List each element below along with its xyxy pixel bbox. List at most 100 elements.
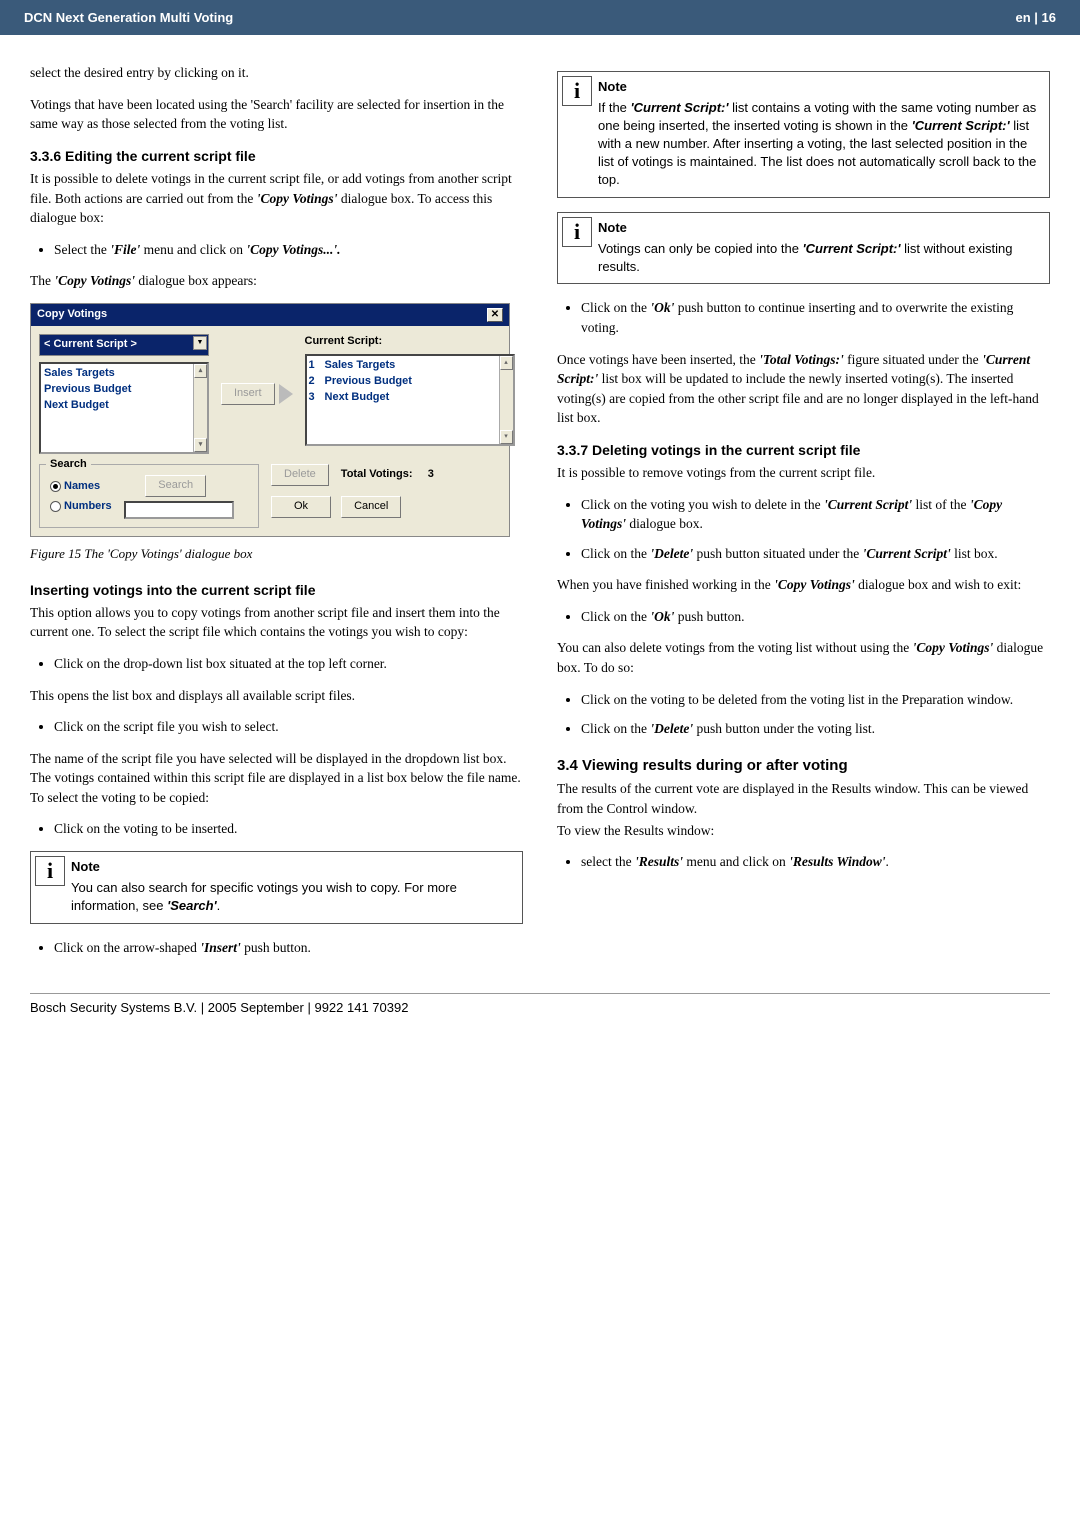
dialog-title: Copy Votings [37,307,107,323]
page-body: select the desired entry by clicking on … [0,35,1080,979]
note-body: Note If the 'Current Script:' list conta… [596,72,1049,197]
list-item[interactable]: Previous Budget [44,382,204,398]
list-item: Click on the 'Delete' push button situat… [581,544,1050,564]
script-selector[interactable]: < Current Script > ▼ [39,334,209,356]
delete-button[interactable]: Delete [271,464,329,486]
list-item[interactable]: 2 [309,374,321,390]
heading-inserting: Inserting votings into the current scrip… [30,580,523,600]
bullets-dropdown: Click on the drop-down list box situated… [30,654,523,674]
note-title: Note [598,78,1039,96]
copy-votings-dialog: Copy Votings ✕ < Current Script > ▼ Sale… [30,303,510,537]
radio-numbers[interactable]: Numbers [50,499,112,515]
list-item: Click on the 'Delete' push button under … [581,719,1050,739]
list-item[interactable]: 1 [309,358,321,374]
search-fieldset: Search Names Numbers Search [39,464,259,528]
arrow-down-icon[interactable]: ▾ [194,438,207,452]
note-body: Note Votings can only be copied into the… [596,213,1049,284]
insert-button[interactable]: Insert [221,383,293,405]
current-script-listbox[interactable]: 1 2 3 Sales Targets Previous Budget Next… [305,354,515,446]
list-item: Click on the arrow-shaped 'Insert' push … [54,938,523,958]
number-column: 1 2 3 [307,356,323,444]
bullets-also-delete: Click on the voting to be deleted from t… [557,690,1050,739]
total-votings-value: 3 [428,468,434,480]
info-icon: i [562,217,592,247]
bullets-336: Select the 'File' menu and click on 'Cop… [30,240,523,260]
p-336: It is possible to delete votings in the … [30,169,523,228]
list-item[interactable]: Next Budget [325,390,511,406]
bullets-arrow-insert: Click on the arrow-shaped 'Insert' push … [30,938,523,958]
heading-337: 3.3.7 Deleting votings in the current sc… [557,440,1050,460]
header-bar: DCN Next Generation Multi Voting en | 16 [0,0,1080,35]
total-votings-label: Total Votings: 3 [341,467,434,483]
note-box-current-script: i Note If the 'Current Script:' list con… [557,71,1050,198]
bullets-click-file: Click on the script file you wish to sel… [30,717,523,737]
current-script-label: Current Script: [305,334,515,350]
p-once-inserted: Once votings have been inserted, the 'To… [557,350,1050,428]
right-column: i Note If the 'Current Script:' list con… [557,63,1050,969]
list-item[interactable]: Previous Budget [325,374,511,390]
footer: Bosch Security Systems B.V. | 2005 Septe… [30,993,1050,1015]
left-panel: < Current Script > ▼ Sales Targets Previ… [39,334,209,454]
header-left: DCN Next Generation Multi Voting [24,10,233,25]
arrow-right-icon [279,384,293,404]
cancel-button[interactable]: Cancel [341,496,401,518]
list-item[interactable]: Next Budget [44,398,204,414]
arrow-down-icon[interactable]: ▾ [500,430,513,444]
ok-cancel-row: Ok Cancel [271,496,501,518]
search-legend: Search [46,457,91,473]
note-title: Note [71,858,512,876]
radio-names[interactable]: Names [50,479,112,495]
right-bottom: Delete Total Votings: 3 Ok Cancel [271,464,501,518]
bullets-finish-ok: Click on the 'Ok' push button. [557,607,1050,627]
note-box-copy-restriction: i Note Votings can only be copied into t… [557,212,1050,285]
search-para: Votings that have been located using the… [30,95,523,134]
p-insert: This option allows you to copy votings f… [30,603,523,642]
list-item: select the 'Results' menu and click on '… [581,852,1050,872]
bullets-click-voting: Click on the voting to be inserted. [30,819,523,839]
note-body: Note You can also search for specific vo… [69,852,522,923]
list-item: Select the 'File' menu and click on 'Cop… [54,240,523,260]
ok-button[interactable]: Ok [271,496,331,518]
list-item: Click on the 'Ok' push button to continu… [581,298,1050,337]
bullets-ok-continue: Click on the 'Ok' push button to continu… [557,298,1050,337]
list-item: Click on the script file you wish to sel… [54,717,523,737]
list-item[interactable]: Sales Targets [44,366,204,382]
p-34: The results of the current vote are disp… [557,779,1050,818]
heading-336: 3.3.6 Editing the current script file [30,146,523,166]
dialog-row-bottom: Search Names Numbers Search [39,464,501,528]
left-column: select the desired entry by clicking on … [30,63,523,969]
list-item[interactable]: 3 [309,390,321,406]
arrow-up-icon[interactable]: ▴ [194,364,207,378]
list-item: Click on the voting to be inserted. [54,819,523,839]
bullets-337: Click on the voting you wish to delete i… [557,495,1050,564]
info-icon: i [35,856,65,886]
scrollbar[interactable]: ▴ ▾ [499,356,513,444]
header-right: en | 16 [1016,10,1057,25]
insert-arrow-column: Insert [217,334,297,454]
scrollbar[interactable]: ▴ ▾ [193,364,207,452]
p-also-delete: You can also delete votings from the vot… [557,638,1050,677]
intro-select: select the desired entry by clicking on … [30,63,523,83]
p-337: It is possible to remove votings from th… [557,463,1050,483]
note-box-search: i Note You can also search for specific … [30,851,523,924]
arrow-up-icon[interactable]: ▴ [500,356,513,370]
info-icon: i [562,76,592,106]
search-button[interactable]: Search [145,475,206,497]
heading-34: 3.4 Viewing results during or after voti… [557,755,1050,777]
p-name: The name of the script file you have sel… [30,749,523,808]
text-column: Sales Targets Previous Budget Next Budge… [323,356,513,444]
bullets-34: select the 'Results' menu and click on '… [557,852,1050,872]
dialog-row-top: < Current Script > ▼ Sales Targets Previ… [39,334,501,454]
list-item[interactable]: Sales Targets [325,358,511,374]
dialog-body: < Current Script > ▼ Sales Targets Previ… [31,326,509,536]
search-input[interactable] [124,501,234,519]
copy-votings-label: 'Copy Votings' [257,191,338,206]
list-item: Click on the drop-down list box situated… [54,654,523,674]
close-icon[interactable]: ✕ [487,308,503,322]
chevron-down-icon[interactable]: ▼ [193,336,207,350]
figure-caption: Figure 15 The 'Copy Votings' dialogue bo… [30,545,523,564]
source-listbox[interactable]: Sales Targets Previous Budget Next Budge… [39,362,209,454]
dialog-titlebar: Copy Votings ✕ [31,304,509,326]
list-item: Click on the voting to be deleted from t… [581,690,1050,710]
list-item: Click on the 'Ok' push button. [581,607,1050,627]
